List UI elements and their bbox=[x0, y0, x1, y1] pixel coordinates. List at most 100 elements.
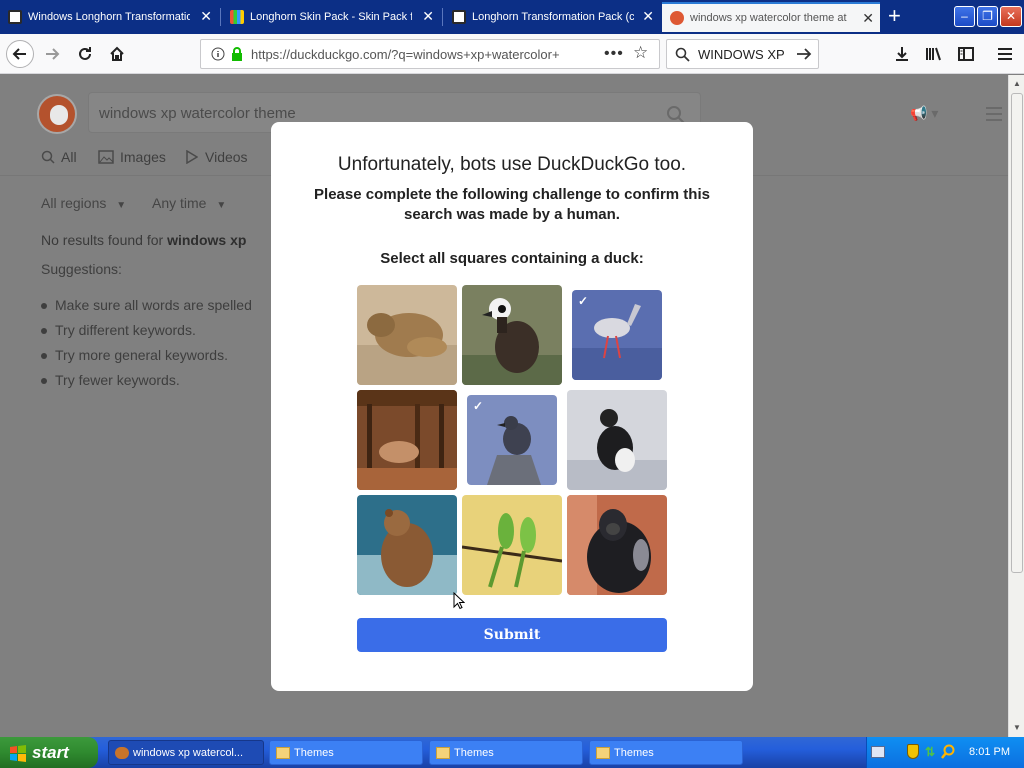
duckduckgo-logo-icon[interactable] bbox=[37, 94, 77, 134]
sidebar-button[interactable] bbox=[952, 40, 980, 68]
bookmark-star-icon[interactable]: ☆ bbox=[633, 43, 648, 63]
captcha-tile-gorilla[interactable] bbox=[567, 495, 667, 595]
skinpack-icon bbox=[230, 10, 244, 24]
security-shield-icon[interactable] bbox=[907, 744, 919, 759]
tab-close-icon[interactable]: ✕ bbox=[862, 11, 874, 25]
search-go-arrow-icon[interactable] bbox=[796, 47, 812, 61]
tab-close-icon[interactable]: ✕ bbox=[200, 9, 212, 23]
region-filter[interactable]: All regions ▼ bbox=[41, 195, 126, 211]
tab-close-icon[interactable]: ✕ bbox=[422, 9, 434, 23]
ddg-tab-all[interactable]: All bbox=[41, 149, 77, 165]
captcha-tile-lion-cub[interactable] bbox=[357, 285, 457, 385]
browser-tab-4-active[interactable]: windows xp watercolor theme at ✕ bbox=[662, 2, 880, 32]
folder-icon bbox=[276, 747, 290, 759]
scrollbar-thumb[interactable] bbox=[1011, 93, 1023, 573]
whistling-duck-image bbox=[462, 285, 562, 385]
library-button[interactable] bbox=[920, 40, 948, 68]
folder-icon bbox=[436, 747, 450, 759]
scroll-down-arrow-icon[interactable]: ▼ bbox=[1011, 721, 1023, 735]
suggestion-item: Try more general keywords. bbox=[41, 347, 228, 363]
suggestion-item: Make sure all words are spelled bbox=[41, 297, 252, 313]
gorilla-image bbox=[567, 495, 667, 595]
scroll-up-arrow-icon[interactable]: ▲ bbox=[1011, 77, 1023, 91]
new-tab-button[interactable]: + bbox=[888, 5, 901, 27]
modal-title: Unfortunately, bots use DuckDuckGo too. bbox=[337, 154, 687, 175]
search-tray-icon[interactable] bbox=[941, 744, 955, 760]
ddg-tab-videos[interactable]: Videos bbox=[186, 149, 248, 165]
close-window-button[interactable]: ✕ bbox=[1000, 6, 1022, 27]
captcha-tile-whistling-duck[interactable] bbox=[462, 285, 562, 385]
url-text[interactable]: https://duckduckgo.com/?q=windows+xp+wat… bbox=[251, 47, 571, 62]
browser-tab-2[interactable]: Longhorn Skin Pack - Skin Pack fo ✕ bbox=[222, 2, 440, 32]
captcha-tile-seabird[interactable] bbox=[567, 390, 667, 490]
navigation-toolbar: https://duckduckgo.com/?q=windows+xp+wat… bbox=[0, 34, 1024, 74]
home-button[interactable] bbox=[103, 40, 131, 68]
taskbar-item-themes-2[interactable]: Themes bbox=[429, 740, 583, 765]
taskbar-item-themes-3[interactable]: Themes bbox=[589, 740, 743, 765]
taskbar-item-label: windows xp watercol... bbox=[133, 746, 244, 759]
minimize-button[interactable]: – bbox=[954, 6, 975, 27]
page-actions-icon[interactable]: ••• bbox=[604, 45, 624, 63]
url-bar[interactable]: https://duckduckgo.com/?q=windows+xp+wat… bbox=[200, 39, 660, 69]
captcha-tile-heron-selected[interactable]: ✓ bbox=[572, 290, 662, 380]
captcha-tile-parrots[interactable] bbox=[462, 495, 562, 595]
home-icon bbox=[110, 46, 124, 61]
search-icon bbox=[41, 150, 55, 164]
tab-title: Longhorn Skin Pack - Skin Pack fo bbox=[250, 11, 412, 23]
megaphone-icon[interactable]: 📢 ▾ bbox=[910, 105, 938, 122]
reload-button[interactable] bbox=[71, 40, 99, 68]
ddg-tab-images[interactable]: Images bbox=[98, 149, 166, 165]
browser-tab-1[interactable]: Windows Longhorn Transformatio ✕ bbox=[0, 2, 218, 32]
image-icon bbox=[98, 150, 114, 164]
reload-icon bbox=[79, 47, 91, 60]
mouse-cursor-icon bbox=[453, 592, 465, 610]
search-bar-text[interactable]: WINDOWS XP bbox=[698, 47, 785, 62]
submit-button[interactable]: Submit bbox=[357, 618, 667, 652]
region-filter-label: All regions bbox=[41, 195, 107, 211]
system-tray: ⇅ 8:01 PM bbox=[866, 737, 1024, 768]
captcha-tile-bird-on-rock-selected[interactable]: ✓ bbox=[467, 395, 557, 485]
taskbar-item-themes-1[interactable]: Themes bbox=[269, 740, 423, 765]
suggestions-label: Suggestions: bbox=[41, 261, 122, 277]
search-icon bbox=[675, 47, 690, 62]
ddg-menu-icon[interactable] bbox=[986, 107, 1002, 121]
search-bar[interactable]: WINDOWS XP bbox=[666, 39, 819, 69]
arrow-left-icon bbox=[12, 48, 26, 60]
captcha-tile-bear[interactable] bbox=[357, 495, 457, 595]
forward-button[interactable] bbox=[38, 40, 66, 68]
back-button[interactable] bbox=[6, 40, 34, 68]
menu-button[interactable] bbox=[991, 40, 1019, 68]
browser-tab-strip: Windows Longhorn Transformatio ✕ Longhor… bbox=[0, 0, 1024, 34]
library-icon bbox=[926, 47, 941, 61]
clock: 8:01 PM bbox=[969, 746, 1010, 758]
lion-cub-image bbox=[357, 285, 457, 385]
tab-title: Windows Longhorn Transformatio bbox=[28, 11, 190, 23]
selected-check-icon: ✓ bbox=[578, 294, 589, 308]
vertical-scrollbar[interactable]: ▲ ▼ bbox=[1008, 75, 1024, 737]
restore-button[interactable]: ❐ bbox=[977, 6, 998, 27]
taskbar-item-browser[interactable]: windows xp watercol... bbox=[108, 740, 264, 765]
start-button[interactable]: start bbox=[0, 737, 98, 768]
no-results-prefix: No results found for bbox=[41, 232, 168, 248]
download-icon bbox=[896, 47, 908, 61]
network-icon[interactable]: ⇅ bbox=[925, 745, 935, 759]
tab-title: windows xp watercolor theme at bbox=[690, 12, 847, 24]
hamburger-menu-icon bbox=[998, 48, 1012, 60]
folder-icon bbox=[596, 747, 610, 759]
selected-check-icon: ✓ bbox=[473, 399, 484, 413]
lock-icon[interactable] bbox=[231, 47, 243, 61]
captcha-tile-pig[interactable] bbox=[357, 390, 457, 490]
keyboard-icon[interactable] bbox=[871, 746, 885, 758]
taskbar-item-label: Themes bbox=[294, 746, 334, 759]
info-icon[interactable] bbox=[211, 47, 225, 61]
time-filter-label: Any time bbox=[152, 195, 207, 211]
pig-image bbox=[357, 390, 457, 490]
time-filter[interactable]: Any time ▼ bbox=[152, 195, 226, 211]
downloads-button[interactable] bbox=[888, 40, 916, 68]
duckduckgo-icon bbox=[670, 11, 684, 25]
parrots-image bbox=[462, 495, 562, 595]
caret-down-icon: ▼ bbox=[216, 200, 227, 211]
browser-tab-3[interactable]: Longhorn Transformation Pack (c ✕ bbox=[444, 2, 660, 32]
museum-icon bbox=[452, 10, 466, 24]
tab-close-icon[interactable]: ✕ bbox=[642, 9, 654, 23]
